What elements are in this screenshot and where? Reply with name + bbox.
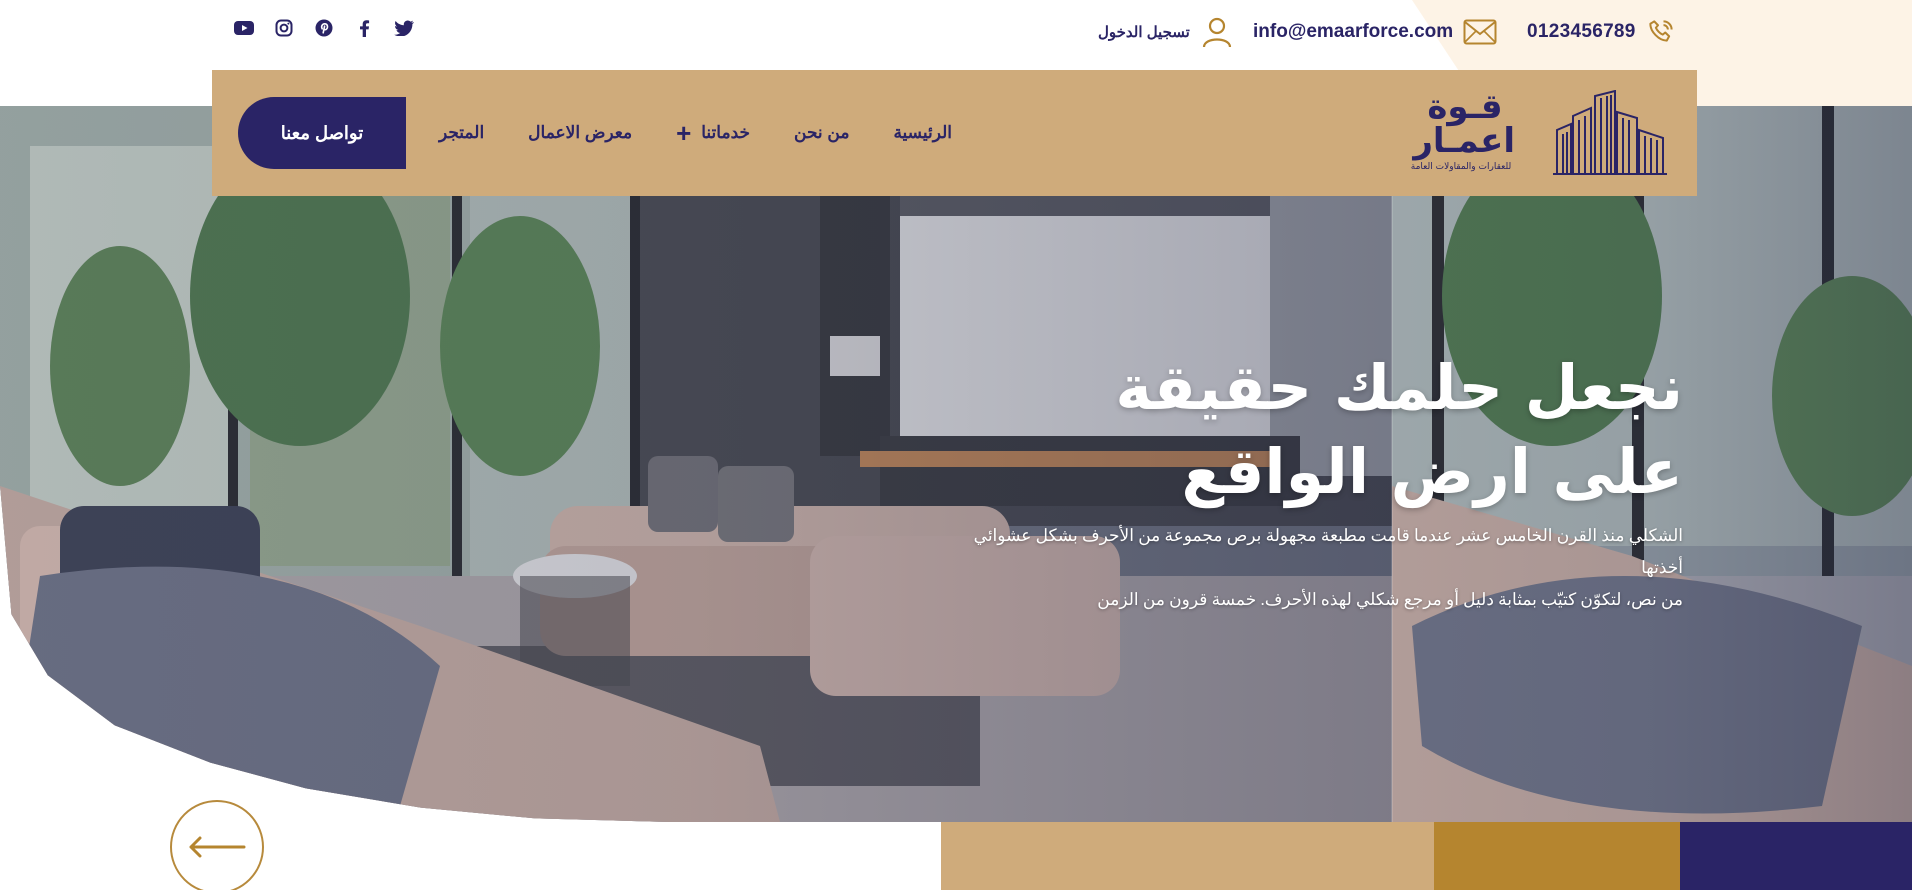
logo-line-2: اعمـار <box>1413 121 1515 161</box>
login-link[interactable]: تسجيل الدخول <box>1098 14 1234 50</box>
logo-wordmark: قـوة اعمـار <box>1413 87 1515 161</box>
instagram-icon[interactable] <box>274 18 294 38</box>
phone-contact[interactable]: 0123456789 <box>1527 14 1676 50</box>
hero-description: الشكلي منذ القرن الخامس عشر عندما قامت م… <box>943 520 1683 616</box>
nav-item-services-label: خدماتنا <box>701 123 751 142</box>
login-label[interactable]: تسجيل الدخول <box>1098 23 1190 41</box>
hero-description-line-1: الشكلي منذ القرن الخامس عشر عندما قامت م… <box>973 526 1683 577</box>
email-address[interactable]: info@emaarforce.com <box>1253 21 1453 43</box>
nav-item-home-label: الرئيسية <box>893 123 952 142</box>
nav-item-portfolio[interactable]: معرض الاعمال <box>528 123 632 143</box>
hero-title-line-1: نجعل حلمك حقيقة <box>1115 351 1683 424</box>
phone-icon <box>1649 20 1673 42</box>
nav-item-services[interactable]: خدماتنا + <box>676 120 751 146</box>
nav-item-about[interactable]: من نحن <box>794 123 849 143</box>
main-navbar: قـوة اعمـار للعقارات والمقاولات العامة ا… <box>212 70 1697 196</box>
hero-section: نجعل حلمك حقيقة على ارض الواقع الشكلي من… <box>0 106 1912 822</box>
plus-icon[interactable]: + <box>676 120 691 146</box>
pinterest-icon[interactable] <box>314 18 334 38</box>
phone-number[interactable]: 0123456789 <box>1527 21 1636 43</box>
email-contact[interactable]: info@emaarforce.com <box>1253 14 1497 50</box>
accent-strip-dark-gold <box>1434 822 1680 890</box>
buildings-icon <box>1553 90 1667 175</box>
hero-title: نجعل حلمك حقيقة على ارض الواقع <box>923 346 1683 514</box>
accent-strip-gold <box>941 822 1434 890</box>
twitter-icon[interactable] <box>394 18 414 38</box>
hero-title-line-2: على ارض الواقع <box>1181 435 1683 508</box>
logo-tagline: للعقارات والمقاولات العامة <box>1410 162 1512 172</box>
nav-item-store[interactable]: المتجر <box>439 123 484 143</box>
envelope-icon <box>1463 19 1497 45</box>
social-links <box>234 18 414 38</box>
logo-line-1: قـوة <box>1427 87 1503 127</box>
nav-item-store-label: المتجر <box>438 123 485 142</box>
accent-strip-navy <box>1680 822 1912 890</box>
nav-links: الرئيسية من نحن خدماتنا + معرض الاعمال ا… <box>439 70 952 196</box>
nav-item-portfolio-label: معرض الاعمال <box>528 123 633 142</box>
hero-description-line-2: من نص، لتكوّن كتيّب بمثابة دليل أو مرجع … <box>1097 590 1683 609</box>
brand-logo[interactable]: قـوة اعمـار للعقارات والمقاولات العامة <box>1411 90 1669 176</box>
contact-us-button[interactable]: تواصل معنا <box>238 97 406 169</box>
nav-item-about-label: من نحن <box>794 123 850 142</box>
top-bar: 0123456789 info@emaarforce.com تسجيل الد… <box>0 0 1912 66</box>
facebook-icon[interactable] <box>354 18 374 38</box>
slider-prev-button[interactable] <box>170 800 264 890</box>
youtube-icon[interactable] <box>234 18 254 38</box>
user-icon <box>1202 17 1231 48</box>
nav-item-home[interactable]: الرئيسية <box>893 123 952 143</box>
arrow-left-icon <box>189 836 246 858</box>
